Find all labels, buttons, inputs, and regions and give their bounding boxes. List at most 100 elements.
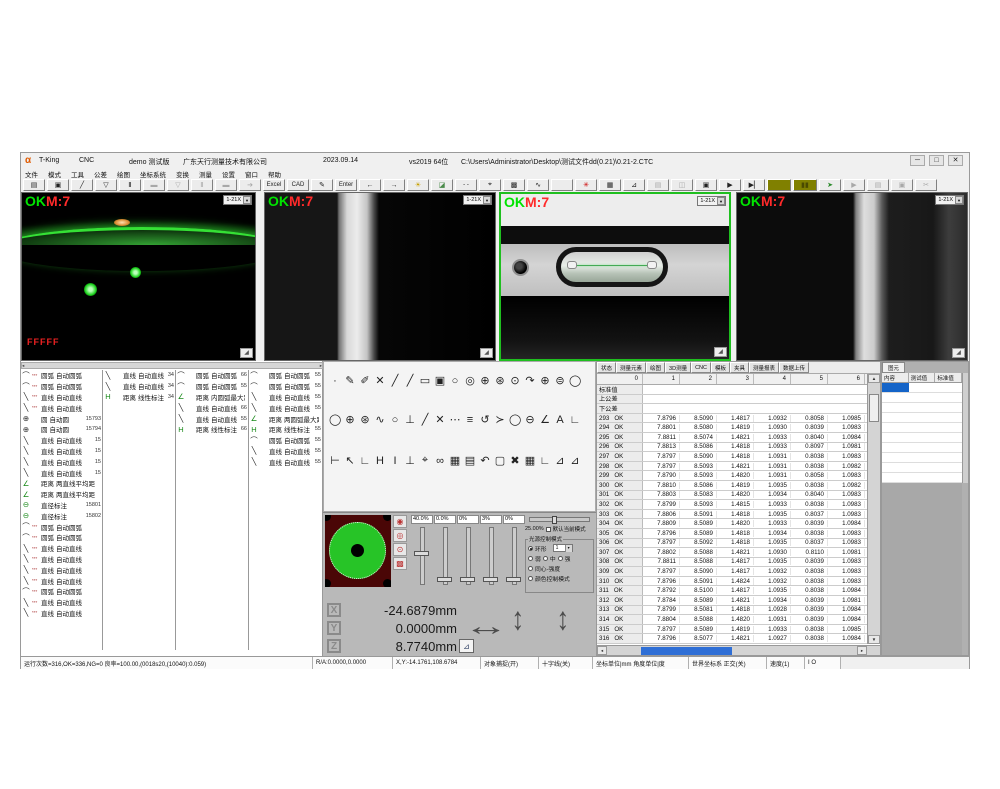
list-item[interactable]: ⌒圆弧自动圆弧55 [249, 370, 322, 381]
light-slider[interactable]: 40.0% [411, 515, 433, 587]
palette-icon[interactable]: ∿ [374, 413, 386, 426]
detail-row[interactable] [882, 463, 962, 473]
magnification-select[interactable]: 1-21X▾ [223, 195, 252, 205]
table-row[interactable]: 301OK 7.88038.50831.4820 1.09340.80401.0… [597, 491, 868, 501]
slider-thumb[interactable] [552, 516, 557, 524]
slider-track[interactable] [411, 525, 433, 587]
lists-scrollbar[interactable]: ◂ ▸ [21, 362, 323, 369]
light-slider[interactable]: 0.0% [434, 515, 456, 587]
list-item[interactable]: ⌒***圆弧自动圆弧 [21, 521, 102, 532]
list-item[interactable]: ⌒***圆弧自动圆弧 [21, 370, 102, 381]
camera-view-1[interactable]: OKM:7 1-21X▾ FFFFF ◢ [21, 192, 256, 361]
pause-button[interactable]: ▮▮ [793, 179, 817, 191]
light-slider[interactable]: 0% [457, 515, 479, 587]
list-item[interactable]: ⌒***圆弧自动圆弧 [21, 586, 102, 597]
results-tab[interactable]: 数据上传 [779, 362, 809, 373]
save3-disabled-button[interactable]: ▤ [867, 179, 889, 191]
brightness-slider[interactable] [529, 517, 590, 522]
placeholder-button[interactable]: ▬ [143, 179, 165, 191]
palette-icon[interactable]: ⊿ [554, 454, 566, 467]
excel-export-button[interactable]: Excel [263, 179, 285, 191]
weak-radio[interactable] [528, 556, 533, 561]
table-row[interactable]: 310OK 7.87968.50911.4824 1.09320.80381.0… [597, 577, 868, 587]
image-button[interactable]: ◪ [431, 179, 453, 191]
palette-icon[interactable]: ▭ [419, 374, 431, 387]
table-row[interactable]: 295OK 7.88118.50741.4821 1.09330.80401.0… [597, 433, 868, 443]
maximize-button[interactable]: □ [929, 155, 944, 166]
palette-icon[interactable]: ⊕ [344, 413, 356, 426]
pan-vertical-icon[interactable]: ↕ [511, 601, 524, 638]
list-item[interactable]: ⌒圆弧自动圆弧55 [249, 381, 322, 392]
palette-icon[interactable]: ∟ [569, 414, 581, 426]
table-row[interactable]: 308OK 7.88118.50881.4817 1.09350.80391.0… [597, 558, 868, 568]
slider-track[interactable] [434, 525, 456, 587]
list-item[interactable]: ╲直线自动直线55 [249, 402, 322, 413]
detail-row[interactable] [882, 433, 962, 443]
list-item[interactable]: ╲***直线自动直线 [21, 543, 102, 554]
record-button[interactable] [767, 179, 791, 191]
menu-item[interactable]: 帮助 [268, 169, 281, 179]
table-row[interactable]: 304OK 7.88098.50891.4820 1.09330.80391.0… [597, 519, 868, 529]
light-mode-icon[interactable]: ▩ [393, 557, 407, 570]
link-disabled-button[interactable]: ◫ [671, 179, 693, 191]
palette-icon[interactable]: ∞ [434, 455, 446, 467]
palette-icon[interactable]: ≡ [464, 414, 476, 426]
table-horizontal-scrollbar[interactable]: ◂ ▸ [597, 645, 880, 655]
magnification-select[interactable]: 1-21X▾ [463, 195, 492, 205]
lens-button[interactable]: ▽ [95, 179, 117, 191]
list-item[interactable]: ╲直线自动直线34 [103, 370, 175, 381]
list-item[interactable]: ╲***直线自动直线 [21, 554, 102, 565]
palette-icon[interactable]: ⊥ [404, 454, 416, 467]
prev-button[interactable]: ← [359, 179, 381, 191]
probe-button[interactable]: ╱ [71, 179, 93, 191]
blank-button[interactable] [551, 179, 573, 191]
results-tab[interactable]: 绘图 [646, 362, 665, 373]
list-item[interactable]: ╲直线自动直线15 [21, 435, 102, 446]
palette-icon[interactable]: ╱ [419, 413, 431, 426]
z-jog-icon[interactable]: ↕ [556, 601, 569, 638]
list-item[interactable]: ╲***直线自动直线 [21, 564, 102, 575]
list-item[interactable]: ╲直线自动直线55 [176, 413, 248, 424]
table-vertical-scrollbar[interactable]: ▲ ▼ [867, 374, 880, 644]
palette-icon[interactable]: ↺ [479, 413, 491, 426]
list-item[interactable]: H距离线性标注55 [249, 424, 322, 435]
palette-icon[interactable]: ↷ [524, 374, 536, 387]
table-row[interactable]: 307OK 7.88028.50881.4821 1.09300.81101.0… [597, 548, 868, 558]
palette-icon[interactable]: ◯ [329, 413, 341, 426]
table-row[interactable]: 297OK 7.87978.50901.4818 1.09310.80381.0… [597, 452, 868, 462]
matrix-button[interactable]: ▦ [599, 179, 621, 191]
next-button[interactable]: → [383, 179, 405, 191]
list-item[interactable]: ╲直线自动直线15 [21, 467, 102, 478]
zoom-tool-button[interactable]: ⌖ [479, 179, 501, 191]
camera-view-4[interactable]: OKM:7 1-21X▾ ◢ [736, 192, 968, 361]
mid-radio[interactable] [543, 556, 548, 561]
cut-disabled-button[interactable]: ✂ [915, 179, 937, 191]
xy-plot-button[interactable]: ⊿ [459, 639, 474, 653]
menu-item[interactable]: 文件 [25, 169, 38, 179]
light-slider[interactable]: 3% [480, 515, 502, 587]
resize-grip-icon[interactable]: ◢ [714, 347, 727, 357]
menu-item[interactable]: 设置 [222, 169, 235, 179]
list-item[interactable]: ╲直线自动直线55 [249, 392, 322, 403]
table-row[interactable]: 300OK 7.88108.50861.4819 1.09350.80381.0… [597, 481, 868, 491]
slider-thumb[interactable] [506, 577, 521, 582]
menu-item[interactable]: 工具 [71, 169, 84, 179]
list-item[interactable]: ╲***直线自动直线 [21, 597, 102, 608]
list-item[interactable]: ╲***直线自动直线 [21, 608, 102, 619]
palette-icon[interactable]: ⊕ [539, 374, 551, 387]
list-item[interactable]: ╲***直线自动直线 [21, 575, 102, 586]
minimize-button[interactable]: ─ [910, 155, 925, 166]
chevron-down-icon[interactable]: ▾ [717, 197, 725, 205]
resize-grip-icon[interactable]: ◢ [240, 348, 253, 358]
table-row[interactable]: 314OK 7.88048.50881.4820 1.09310.80391.0… [597, 615, 868, 625]
list-item[interactable]: ⊖直径标注15801 [21, 500, 102, 511]
table-row[interactable]: 298OK 7.87978.50931.4821 1.09310.80381.0… [597, 462, 868, 472]
save-button[interactable]: ▤ [23, 179, 45, 191]
list-item[interactable]: ╲直线自动直线15 [21, 446, 102, 457]
results-tab[interactable]: 测量元素 [616, 362, 646, 373]
list-item[interactable]: ╲直线自动直线66 [176, 402, 248, 413]
table-row[interactable]: 303OK 7.88068.50911.4818 1.09350.80371.0… [597, 510, 868, 520]
cad-export-button[interactable]: CAD [287, 179, 309, 191]
results-tab[interactable]: 夹具 [730, 362, 749, 373]
palette-icon[interactable]: ○ [449, 375, 461, 387]
